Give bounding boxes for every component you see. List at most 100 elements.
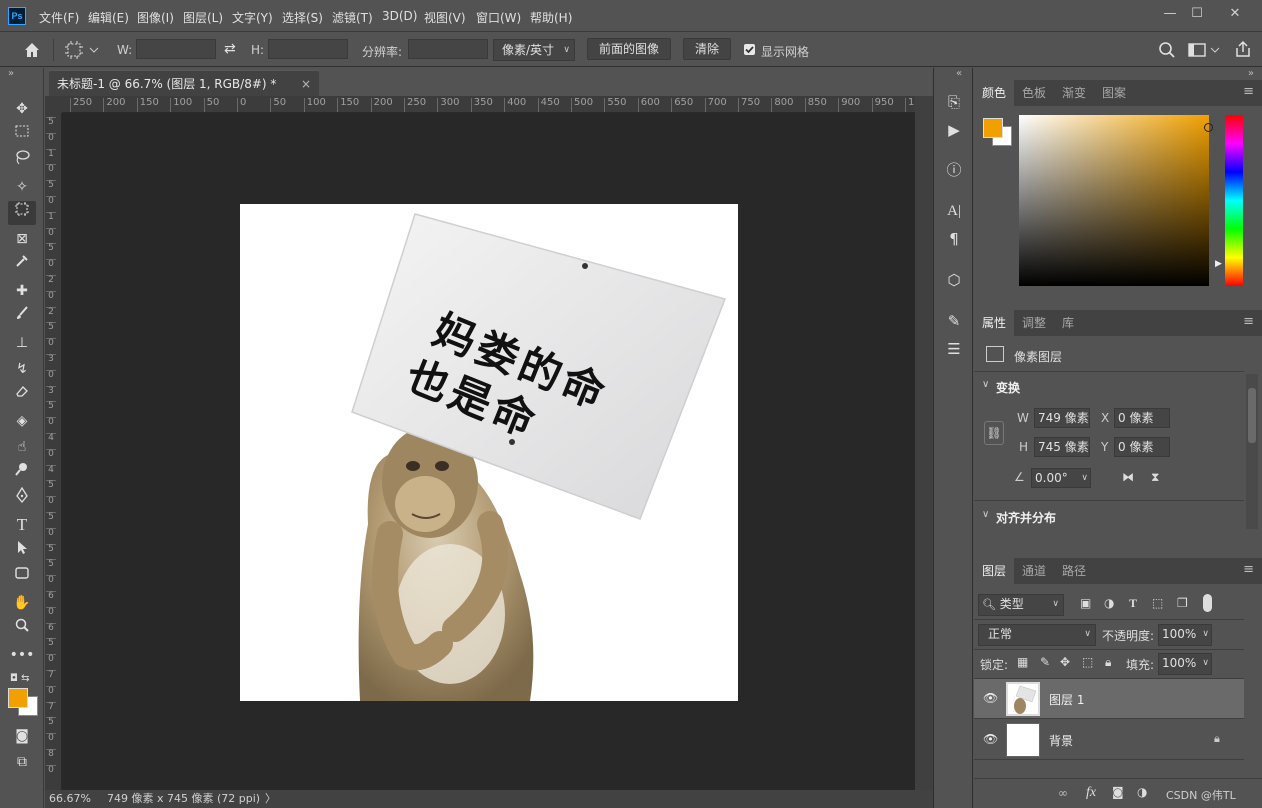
color-field[interactable] <box>1019 115 1213 286</box>
filter-toggle-icon[interactable] <box>1203 594 1212 612</box>
healing-brush-tool-icon[interactable]: ✚ <box>8 279 36 303</box>
smudge-tool-icon[interactable]: ☝ <box>8 435 36 459</box>
adjustments-icon[interactable]: ☰ <box>942 337 966 361</box>
fx-button[interactable]: fx <box>1086 785 1096 801</box>
layer-row[interactable]: 👁︎ 背景 🔒︎ <box>974 720 1244 760</box>
collapse-panels-icon[interactable]: » <box>1248 68 1254 79</box>
move-tool-icon[interactable]: ✥ <box>8 97 36 121</box>
chevron-down-icon[interactable]: ∨ <box>1202 654 1209 672</box>
lock-pixels-icon[interactable]: ✎ <box>1040 655 1050 669</box>
link-layers-icon[interactable]: ∞ <box>1058 786 1068 800</box>
minimize-button[interactable]: — <box>1157 5 1183 23</box>
clear-button[interactable]: 清除 <box>683 38 731 60</box>
panel-menu-icon[interactable]: ≡ <box>1243 562 1254 577</box>
pen-tool-icon[interactable] <box>8 486 36 511</box>
hand-tool-icon[interactable]: ✋ <box>8 591 36 615</box>
chevron-down-icon[interactable]: ∨ <box>1202 625 1209 643</box>
chevron-down-icon[interactable]: ∨ <box>982 509 989 520</box>
foreground-color-swatch[interactable] <box>8 688 28 708</box>
tab-adjustments[interactable]: 调整 <box>1014 310 1054 336</box>
lock-artboard-icon[interactable]: ⬚ <box>1082 655 1093 669</box>
tab-color[interactable]: 颜色 <box>974 80 1015 106</box>
visibility-eye-icon[interactable]: 👁︎ <box>983 691 998 705</box>
flip-horizontal-icon[interactable]: ⧓ <box>1122 470 1134 484</box>
opacity-field[interactable]: 100% ∨ <box>1158 624 1212 646</box>
menu-3d[interactable]: 3D(D) <box>382 9 417 23</box>
history-panel-icon[interactable]: ⎘ <box>942 90 966 114</box>
lock-position-icon[interactable]: ✥ <box>1060 655 1070 669</box>
swap-icon[interactable]: ⇄ <box>224 41 236 57</box>
tab-channels[interactable]: 通道 <box>1014 558 1054 584</box>
x-field[interactable]: 0 像素 <box>1114 408 1170 428</box>
menu-filter[interactable]: 滤镜(T) <box>332 9 373 26</box>
y-field[interactable]: 0 像素 <box>1114 437 1170 457</box>
tool-preset-picker[interactable] <box>64 40 102 60</box>
scrollbar-thumb[interactable] <box>1248 388 1256 443</box>
collapse-dock-icon[interactable]: « <box>956 68 962 79</box>
maximize-button[interactable]: ☐ <box>1184 5 1210 23</box>
search-button[interactable] <box>1158 41 1176 62</box>
menu-select[interactable]: 选择(S) <box>282 9 323 26</box>
path-selection-tool-icon[interactable] <box>8 539 36 563</box>
panel-menu-icon[interactable]: ≡ <box>1243 84 1254 99</box>
add-mask-icon[interactable]: ◙ <box>1112 785 1124 799</box>
layer-name[interactable]: 图层 1 <box>1049 691 1084 708</box>
dodge-tool-icon[interactable] <box>8 461 36 485</box>
3d-panel-icon[interactable]: ⬡ <box>942 268 966 292</box>
link-icon[interactable]: ⛓ <box>984 421 1004 445</box>
menu-window[interactable]: 窗口(W) <box>476 9 521 26</box>
unit-select[interactable]: 像素/英寸 ∨ <box>493 39 575 61</box>
info-panel-icon[interactable]: ⓘ <box>942 158 966 182</box>
tab-libraries[interactable]: 库 <box>1054 310 1082 336</box>
quick-mask-icon[interactable]: ◙ <box>8 724 36 748</box>
fill-field[interactable]: 100% ∨ <box>1158 653 1212 675</box>
default-colors-icon[interactable]: ◘ ⇆ <box>10 673 29 684</box>
more-tools-icon[interactable]: ••• <box>8 643 36 667</box>
layer-row[interactable]: 👁︎ 图层 1 <box>974 679 1244 719</box>
tab-paths[interactable]: 路径 <box>1054 558 1094 584</box>
frame-tool-icon[interactable]: ⊠ <box>8 227 36 251</box>
zoom-tool-icon[interactable] <box>8 617 36 641</box>
screen-mode-icon[interactable]: ⧉ <box>8 750 36 774</box>
chevron-down-icon[interactable]: ∨ <box>982 379 989 390</box>
filter-adjustment-icon[interactable]: ◑ <box>1104 596 1114 610</box>
tab-layers[interactable]: 图层 <box>974 558 1015 584</box>
zoom-level[interactable]: 66.67% <box>49 790 91 808</box>
angle-field[interactable]: 0.00° ∨ <box>1031 468 1091 488</box>
new-adjustment-icon[interactable]: ◑ <box>1137 785 1147 799</box>
paint-bucket-tool-icon[interactable]: ◈ <box>8 409 36 433</box>
document-canvas[interactable]: 妈娄的命 也是命 <box>240 204 738 701</box>
tab-swatches[interactable]: 色板 <box>1014 80 1054 106</box>
menu-edit[interactable]: 编辑(E) <box>88 9 129 26</box>
menu-file[interactable]: 文件(F) <box>39 9 79 26</box>
character-panel-icon[interactable]: A| <box>942 199 966 223</box>
hue-slider-handle[interactable]: ▶ <box>1215 259 1222 269</box>
menu-type[interactable]: 文字(Y) <box>232 9 273 26</box>
workspace-button[interactable] <box>1187 41 1223 62</box>
show-grid-checkbox[interactable] <box>744 44 755 55</box>
chevron-down-icon[interactable]: ∨ <box>1081 469 1088 487</box>
lock-all-icon[interactable]: 🔒︎ <box>1105 655 1111 670</box>
layer-filter-select[interactable]: 🔍︎ 类型 ∨ <box>978 594 1064 616</box>
hue-slider[interactable] <box>1225 115 1243 286</box>
home-button[interactable] <box>22 40 44 60</box>
crop-tool-icon[interactable] <box>8 201 36 225</box>
close-window-button[interactable]: ✕ <box>1222 5 1248 23</box>
h-input[interactable] <box>268 39 348 59</box>
front-image-button[interactable]: 前面的图像 <box>587 38 671 60</box>
filter-smart-object-icon[interactable]: ❐ <box>1177 596 1188 610</box>
type-tool-icon[interactable]: T <box>8 513 36 537</box>
brush-tool-icon[interactable] <box>8 305 36 329</box>
eyedropper-tool-icon[interactable] <box>8 253 36 277</box>
actions-panel-icon[interactable]: ▶ <box>942 118 966 142</box>
menu-help[interactable]: 帮助(H) <box>530 9 572 26</box>
marquee-tool-icon[interactable] <box>8 123 36 147</box>
menu-view[interactable]: 视图(V) <box>424 9 466 26</box>
properties-scrollbar[interactable] <box>1246 374 1258 529</box>
history-brush-tool-icon[interactable]: ↯ <box>8 357 36 381</box>
eraser-tool-icon[interactable] <box>8 383 36 407</box>
align-distribute-header[interactable]: 对齐并分布 <box>996 509 1056 526</box>
resolution-input[interactable] <box>408 39 488 59</box>
lasso-tool-icon[interactable] <box>8 149 36 173</box>
collapse-toolbar-icon[interactable]: » <box>8 68 14 79</box>
